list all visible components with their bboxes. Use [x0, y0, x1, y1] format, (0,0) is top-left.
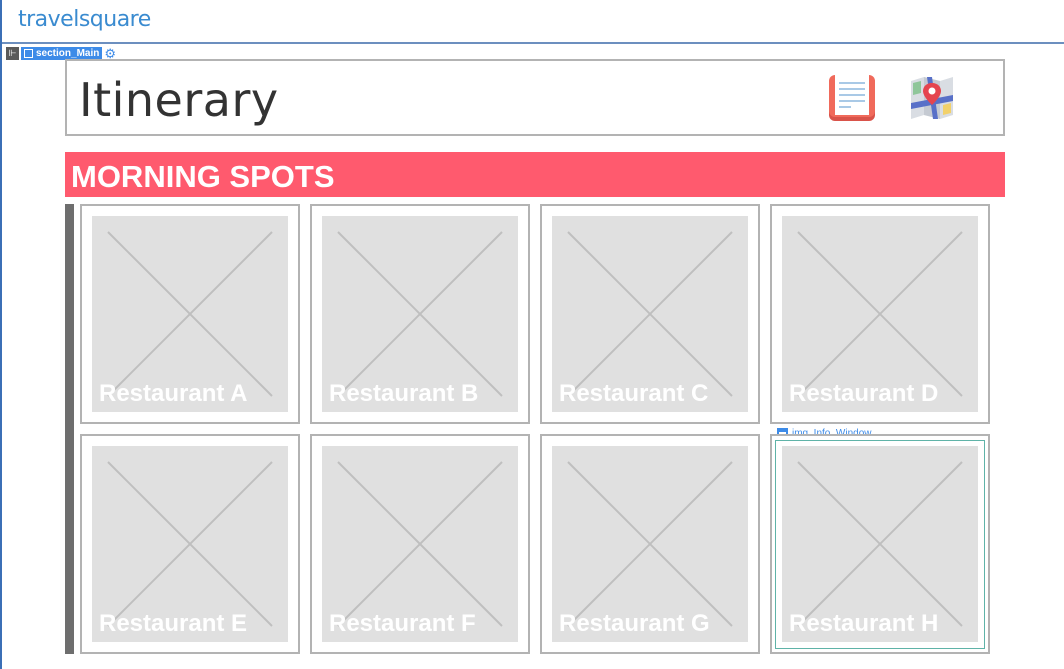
restaurant-name: Restaurant B	[329, 380, 479, 407]
restaurant-name: Restaurant H	[789, 610, 939, 637]
map-icon[interactable]	[907, 73, 957, 123]
restaurant-card[interactable]: Restaurant A	[80, 204, 300, 424]
restaurant-card[interactable]: Restaurant E	[80, 434, 300, 654]
restaurant-card[interactable]: Restaurant F	[310, 434, 530, 654]
restaurant-card[interactable]: Restaurant G	[540, 434, 760, 654]
document-icon[interactable]	[827, 73, 877, 123]
app-window: travelsquare ⊩ section_Main ⚙ Itinerary	[0, 0, 1064, 669]
page-title: Itinerary	[79, 73, 279, 127]
restaurant-name: Restaurant G	[559, 610, 710, 637]
section-title: MORNING SPOTS	[71, 159, 335, 194]
restaurant-name: Restaurant F	[329, 610, 476, 637]
restaurant-card[interactable]: Restaurant C	[540, 204, 760, 424]
restaurant-name: Restaurant A	[99, 380, 248, 407]
container-icon	[24, 49, 33, 58]
restaurant-name: Restaurant C	[559, 380, 709, 407]
restaurant-card-selected[interactable]: Restaurant H	[770, 434, 990, 654]
brand-logo[interactable]: travelsquare	[18, 7, 151, 32]
top-bar: travelsquare	[2, 0, 1064, 44]
tree-icon[interactable]: ⊩	[6, 47, 19, 60]
restaurant-card[interactable]: Restaurant D	[770, 204, 990, 424]
restaurant-card[interactable]: Restaurant B	[310, 204, 530, 424]
scroll-rail[interactable]	[65, 204, 74, 654]
restaurant-name: Restaurant D	[789, 380, 939, 407]
section-banner: MORNING SPOTS	[65, 152, 1005, 197]
itinerary-header: Itinerary	[65, 59, 1005, 136]
restaurant-name: Restaurant E	[99, 610, 248, 637]
